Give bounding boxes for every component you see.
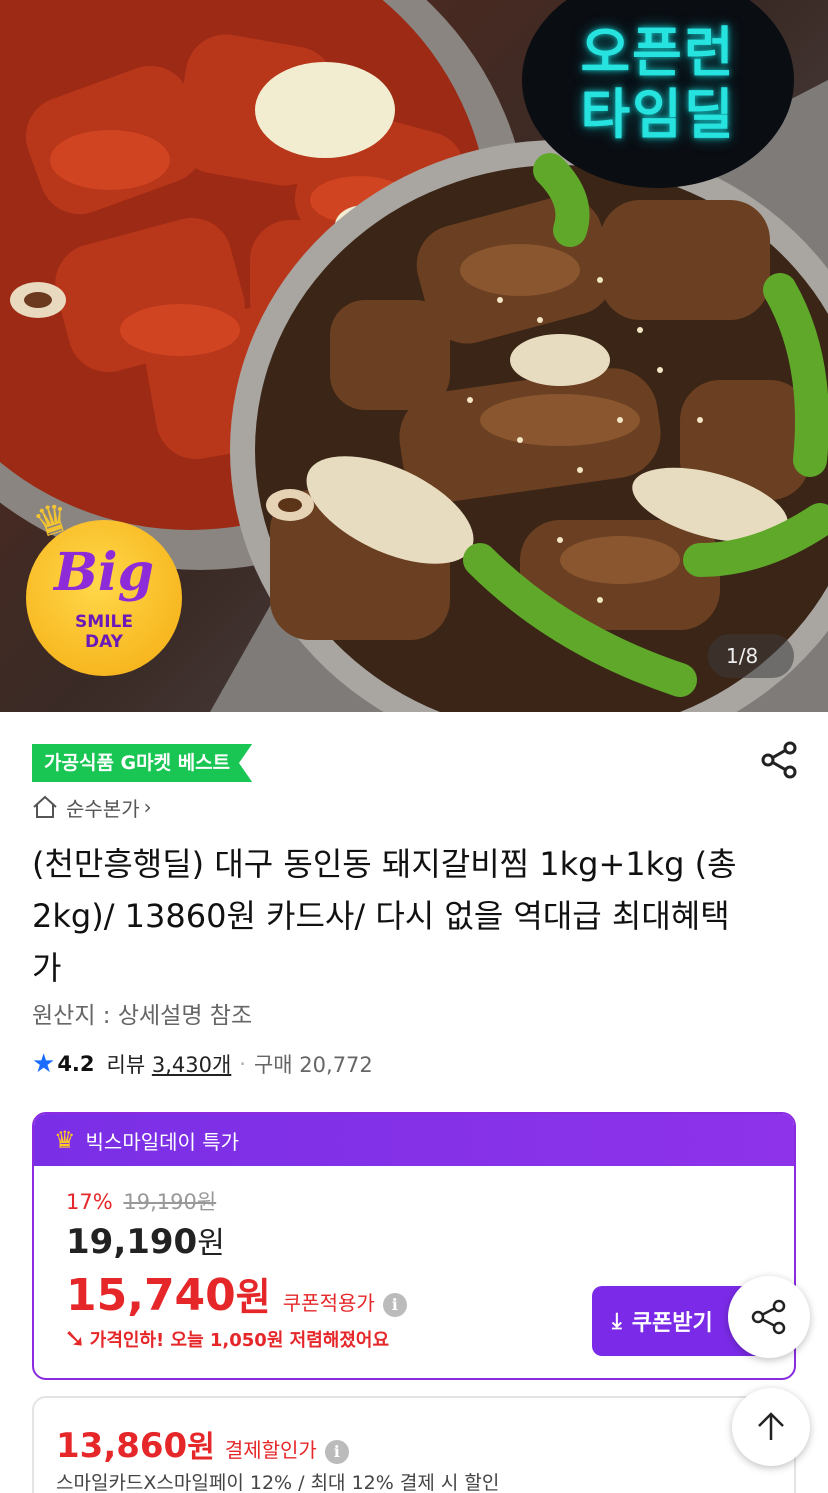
card-price-num: 13,860 <box>56 1426 188 1466</box>
arrow-down-icon: ➘ <box>64 1324 86 1354</box>
card-price-won: 원 <box>187 1430 215 1465</box>
info-icon[interactable]: i <box>382 1293 407 1317</box>
arrow-up-icon <box>758 1412 784 1440</box>
home-icon <box>33 795 57 818</box>
chevron-right-icon: › <box>143 795 152 819</box>
logo-big-text: Big <box>53 542 155 603</box>
deal-header-label: 빅스마일데이 특가 <box>85 1129 240 1154</box>
best-category-tag[interactable]: 가공식품 G마켓 베스트 <box>32 744 253 782</box>
get-coupon-label: 쿠폰받기 <box>631 1311 713 1336</box>
review-link[interactable]: 리뷰 3,430개 <box>107 1049 232 1079</box>
price-drop-notice: ➘ 가격인하! 오늘 1,050원 저렴해졌어요 <box>64 1324 389 1354</box>
purchase-count: 구매 20,772 <box>253 1053 373 1077</box>
sale-price-num: 19,190 <box>66 1222 198 1262</box>
star-icon: ★ <box>32 1049 56 1079</box>
crown-icon: ♛ <box>54 1126 76 1154</box>
logo-smile: SMILE <box>75 612 133 632</box>
info-icon[interactable]: i <box>324 1440 349 1464</box>
origin-info: 원산지 : 상세설명 참조 <box>32 1003 253 1029</box>
share-icon[interactable] <box>760 740 800 780</box>
product-image-carousel[interactable]: 오픈런 타임딜 ♛ Big SMILE DAY 1/8 <box>0 0 828 712</box>
coupon-price-label: 쿠폰적용가 <box>282 1291 375 1315</box>
sale-price-won: 원 <box>197 1226 225 1261</box>
product-title: (천만흥행딜) 대구 동인동 돼지갈비찜 1kg+1kg (총2kg)/ 138… <box>32 845 737 987</box>
scroll-top-button[interactable] <box>732 1388 810 1466</box>
deal-header: ♛ 빅스마일데이 특가 <box>34 1114 794 1166</box>
sale-price: 19,190원 <box>66 1218 225 1262</box>
separator-dot: · <box>239 1052 246 1076</box>
discount-line: 17% 19,190원 <box>66 1186 216 1216</box>
coupon-price-num: 15,740 <box>66 1270 236 1321</box>
card-discount-price: 13,860 원 결제할인가 i <box>56 1422 349 1466</box>
price-drop-text: 가격인하! 오늘 1,050원 저렴해졌어요 <box>89 1330 390 1351</box>
seller-name: 순수본가 <box>66 796 140 821</box>
logo-sub-text: SMILE DAY <box>26 612 182 652</box>
download-icon: ⤓ <box>612 1308 622 1334</box>
card-price-label: 결제할인가 <box>224 1438 317 1462</box>
review-count: 3,430개 <box>151 1053 232 1077</box>
coupon-price-won: 원 <box>235 1275 271 1319</box>
rating-row: ★ 4.2 리뷰 3,430개 · 구매 20,772 <box>32 1048 373 1080</box>
discount-percent: 17% <box>66 1190 113 1214</box>
image-counter: 1/8 <box>708 634 794 678</box>
rating-score: 4.2 <box>57 1052 95 1076</box>
card-discount-desc: 스마일카드X스마일페이 12% / 최대 12% 결제 시 할인 <box>56 1472 500 1493</box>
share-icon <box>751 1299 786 1335</box>
big-smile-deal-box: ♛ 빅스마일데이 특가 17% 19,190원 19,190원 15,740 원 … <box>32 1112 796 1380</box>
floating-share-button[interactable] <box>728 1276 810 1358</box>
logo-day: DAY <box>85 632 123 652</box>
badge-line2: 타임딜 <box>580 83 736 146</box>
seller-store-link[interactable]: 순수본가 › <box>32 792 152 822</box>
coupon-price: 15,740 원 쿠폰적용가 i <box>66 1266 407 1321</box>
review-label: 리뷰 <box>106 1053 146 1077</box>
original-price: 19,190원 <box>123 1190 217 1214</box>
big-smile-day-logo: ♛ Big SMILE DAY <box>26 494 182 676</box>
card-discount-box[interactable]: 13,860 원 결제할인가 i 스마일카드X스마일페이 12% / 최대 12%… <box>32 1396 796 1493</box>
